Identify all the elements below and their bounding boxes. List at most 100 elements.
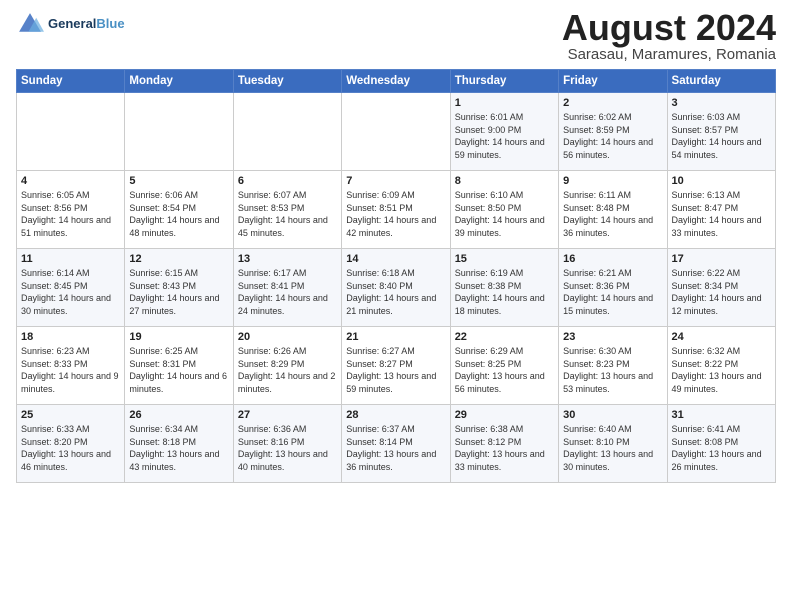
calendar-cell: 22 Sunrise: 6:29 AM Sunset: 8:25 PM Dayli… (450, 327, 558, 405)
day-info: Sunrise: 6:36 AM Sunset: 8:16 PM Dayligh… (238, 423, 337, 473)
calendar-cell: 7 Sunrise: 6:09 AM Sunset: 8:51 PM Daylig… (342, 171, 450, 249)
day-info: Sunrise: 6:18 AM Sunset: 8:40 PM Dayligh… (346, 267, 445, 317)
day-info: Sunrise: 6:32 AM Sunset: 8:22 PM Dayligh… (672, 345, 771, 395)
day-info: Sunrise: 6:14 AM Sunset: 8:45 PM Dayligh… (21, 267, 120, 317)
title-block: August 2024 Sarasau, Maramures, Romania (562, 10, 776, 63)
day-info: Sunrise: 6:23 AM Sunset: 8:33 PM Dayligh… (21, 345, 120, 395)
calendar-cell: 25 Sunrise: 6:33 AM Sunset: 8:20 PM Dayli… (17, 405, 125, 483)
week-row-1: 1Sunrise: 6:01 AM Sunset: 9:00 PM Daylig… (17, 93, 776, 171)
day-number: 30 (563, 409, 662, 421)
day-info: Sunrise: 6:03 AM Sunset: 8:57 PM Dayligh… (672, 111, 771, 161)
day-info: Sunrise: 6:37 AM Sunset: 8:14 PM Dayligh… (346, 423, 445, 473)
day-number: 10 (672, 175, 771, 187)
day-number: 27 (238, 409, 337, 421)
calendar-cell: 9Sunrise: 6:11 AM Sunset: 8:48 PM Daylig… (559, 171, 667, 249)
day-number: 21 (346, 331, 445, 343)
day-info: Sunrise: 6:34 AM Sunset: 8:18 PM Dayligh… (129, 423, 228, 473)
day-number: 7 (346, 175, 445, 187)
day-info: Sunrise: 6:38 AM Sunset: 8:12 PM Dayligh… (455, 423, 554, 473)
day-info: Sunrise: 6:11 AM Sunset: 8:48 PM Dayligh… (563, 189, 662, 239)
day-info: Sunrise: 6:01 AM Sunset: 9:00 PM Dayligh… (455, 111, 554, 161)
day-number: 19 (129, 331, 228, 343)
day-number: 14 (346, 253, 445, 265)
calendar-cell: 27 Sunrise: 6:36 AM Sunset: 8:16 PM Dayli… (233, 405, 341, 483)
day-number: 15 (455, 253, 554, 265)
day-number: 6 (238, 175, 337, 187)
day-number: 28 (346, 409, 445, 421)
day-header-saturday: Saturday (667, 70, 775, 93)
day-info: Sunrise: 6:33 AM Sunset: 8:20 PM Dayligh… (21, 423, 120, 473)
day-info: Sunrise: 6:07 AM Sunset: 8:53 PM Dayligh… (238, 189, 337, 239)
day-number: 25 (21, 409, 120, 421)
day-number: 5 (129, 175, 228, 187)
calendar-cell: 30Sunrise: 6:40 AM Sunset: 8:10 PM Dayli… (559, 405, 667, 483)
day-info: Sunrise: 6:15 AM Sunset: 8:43 PM Dayligh… (129, 267, 228, 317)
day-number: 26 (129, 409, 228, 421)
day-info: Sunrise: 6:41 AM Sunset: 8:08 PM Dayligh… (672, 423, 771, 473)
calendar-cell: 1Sunrise: 6:01 AM Sunset: 9:00 PM Daylig… (450, 93, 558, 171)
day-info: Sunrise: 6:13 AM Sunset: 8:47 PM Dayligh… (672, 189, 771, 239)
day-info: Sunrise: 6:05 AM Sunset: 8:56 PM Dayligh… (21, 189, 120, 239)
day-info: Sunrise: 6:22 AM Sunset: 8:34 PM Dayligh… (672, 267, 771, 317)
day-number: 11 (21, 253, 120, 265)
day-number: 23 (563, 331, 662, 343)
calendar-cell: 2 Sunrise: 6:02 AM Sunset: 8:59 PM Daylig… (559, 93, 667, 171)
calendar-table: SundayMondayTuesdayWednesdayThursdayFrid… (16, 69, 776, 483)
calendar-cell: 21Sunrise: 6:27 AM Sunset: 8:27 PM Dayli… (342, 327, 450, 405)
day-number: 22 (455, 331, 554, 343)
week-row-5: 25 Sunrise: 6:33 AM Sunset: 8:20 PM Dayli… (17, 405, 776, 483)
day-info: Sunrise: 6:29 AM Sunset: 8:25 PM Dayligh… (455, 345, 554, 395)
header: GeneralBlue August 2024 Sarasau, Maramur… (16, 10, 776, 63)
page-container: GeneralBlue August 2024 Sarasau, Maramur… (0, 0, 792, 489)
week-row-4: 18 Sunrise: 6:23 AM Sunset: 8:33 PM Dayli… (17, 327, 776, 405)
day-info: Sunrise: 6:06 AM Sunset: 8:54 PM Dayligh… (129, 189, 228, 239)
day-header-thursday: Thursday (450, 70, 558, 93)
calendar-cell: 11 Sunrise: 6:14 AM Sunset: 8:45 PM Dayli… (17, 249, 125, 327)
calendar-cell: 13 Sunrise: 6:17 AM Sunset: 8:41 PM Dayli… (233, 249, 341, 327)
calendar-cell: 18 Sunrise: 6:23 AM Sunset: 8:33 PM Dayli… (17, 327, 125, 405)
day-number: 16 (563, 253, 662, 265)
day-info: Sunrise: 6:19 AM Sunset: 8:38 PM Dayligh… (455, 267, 554, 317)
day-header-wednesday: Wednesday (342, 70, 450, 93)
calendar-cell: 14 Sunrise: 6:18 AM Sunset: 8:40 PM Dayli… (342, 249, 450, 327)
day-number: 18 (21, 331, 120, 343)
calendar-cell (342, 93, 450, 171)
calendar-cell: 31 Sunrise: 6:41 AM Sunset: 8:08 PM Dayli… (667, 405, 775, 483)
day-number: 12 (129, 253, 228, 265)
day-info: Sunrise: 6:30 AM Sunset: 8:23 PM Dayligh… (563, 345, 662, 395)
calendar-cell: 6 Sunrise: 6:07 AM Sunset: 8:53 PM Daylig… (233, 171, 341, 249)
day-header-sunday: Sunday (17, 70, 125, 93)
day-number: 17 (672, 253, 771, 265)
day-header-monday: Monday (125, 70, 233, 93)
day-number: 20 (238, 331, 337, 343)
calendar-cell: 15 Sunrise: 6:19 AM Sunset: 8:38 PM Dayli… (450, 249, 558, 327)
day-number: 29 (455, 409, 554, 421)
calendar-cell: 29 Sunrise: 6:38 AM Sunset: 8:12 PM Dayli… (450, 405, 558, 483)
day-info: Sunrise: 6:17 AM Sunset: 8:41 PM Dayligh… (238, 267, 337, 317)
calendar-cell: 4 Sunrise: 6:05 AM Sunset: 8:56 PM Daylig… (17, 171, 125, 249)
logo-icon (16, 10, 44, 38)
week-row-2: 4 Sunrise: 6:05 AM Sunset: 8:56 PM Daylig… (17, 171, 776, 249)
calendar-cell: 5 Sunrise: 6:06 AM Sunset: 8:54 PM Daylig… (125, 171, 233, 249)
logo: GeneralBlue (16, 10, 125, 38)
day-info: Sunrise: 6:02 AM Sunset: 8:59 PM Dayligh… (563, 111, 662, 161)
day-number: 2 (563, 97, 662, 109)
day-number: 8 (455, 175, 554, 187)
day-info: Sunrise: 6:09 AM Sunset: 8:51 PM Dayligh… (346, 189, 445, 239)
day-number: 31 (672, 409, 771, 421)
day-number: 13 (238, 253, 337, 265)
calendar-cell (125, 93, 233, 171)
calendar-cell (233, 93, 341, 171)
calendar-cell: 26 Sunrise: 6:34 AM Sunset: 8:18 PM Dayli… (125, 405, 233, 483)
day-info: Sunrise: 6:10 AM Sunset: 8:50 PM Dayligh… (455, 189, 554, 239)
calendar-cell: 24Sunrise: 6:32 AM Sunset: 8:22 PM Dayli… (667, 327, 775, 405)
day-number: 4 (21, 175, 120, 187)
calendar-cell: 8 Sunrise: 6:10 AM Sunset: 8:50 PM Daylig… (450, 171, 558, 249)
day-header-friday: Friday (559, 70, 667, 93)
calendar-cell: 23 Sunrise: 6:30 AM Sunset: 8:23 PM Dayli… (559, 327, 667, 405)
day-info: Sunrise: 6:25 AM Sunset: 8:31 PM Dayligh… (129, 345, 228, 395)
day-info: Sunrise: 6:26 AM Sunset: 8:29 PM Dayligh… (238, 345, 337, 395)
calendar-cell: 16Sunrise: 6:21 AM Sunset: 8:36 PM Dayli… (559, 249, 667, 327)
calendar-cell: 20 Sunrise: 6:26 AM Sunset: 8:29 PM Dayli… (233, 327, 341, 405)
calendar-subtitle: Sarasau, Maramures, Romania (562, 46, 776, 63)
